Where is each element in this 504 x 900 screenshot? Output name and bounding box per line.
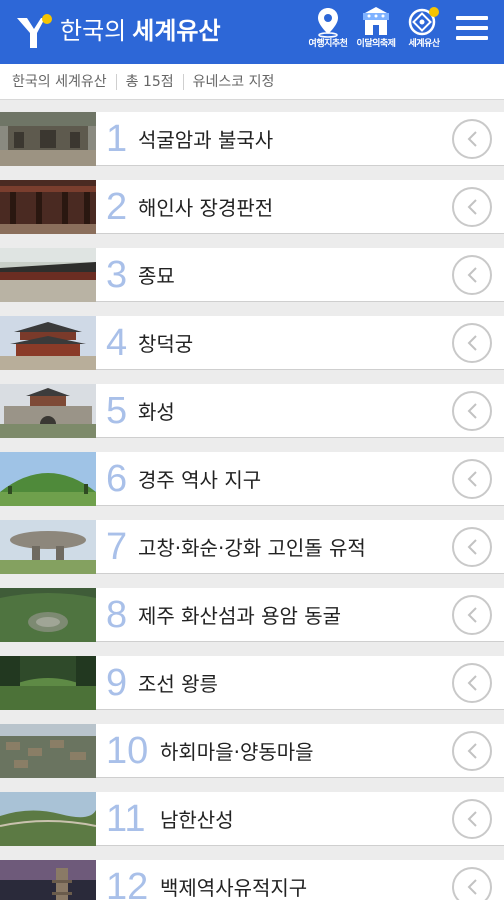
world-heritage-icon <box>408 7 439 36</box>
app-header: 한국의 세계유산 여행지추천 이달의축제 세계유산 <box>0 0 504 64</box>
thumbnail-image <box>0 656 96 710</box>
item-number: 5 <box>106 390 128 432</box>
list-item-9[interactable]: 9 조선 왕릉 <box>0 656 504 710</box>
thumbnail-image <box>0 792 96 846</box>
item-title: 제주 화산섬과 용암 동굴 <box>138 604 342 628</box>
item-title: 조선 왕릉 <box>138 672 218 696</box>
item-title: 화성 <box>138 400 175 424</box>
list-item-4[interactable]: 4 창덕궁 <box>0 316 504 370</box>
item-title: 고창·화순·강화 고인돌 유적 <box>138 536 366 560</box>
item-title: 해인사 장경판전 <box>138 196 274 220</box>
item-title: 석굴암과 불국사 <box>138 128 274 152</box>
info-bar: 한국의 세계유산 총 15점 유네스코 지정 <box>0 64 504 100</box>
list-item-12[interactable]: 12 백제역사유적지구 <box>0 860 504 900</box>
thumbnail-image <box>0 248 96 302</box>
chevron-right-icon[interactable] <box>452 187 492 227</box>
item-title: 하회마을·양동마을 <box>160 740 314 764</box>
chevron-right-icon[interactable] <box>452 255 492 295</box>
title-light: 한국의 <box>60 17 127 45</box>
world-heritage-button[interactable]: 세계유산 <box>394 6 454 60</box>
list-item-3[interactable]: 3 종묘 <box>0 248 504 302</box>
thumbnail-image <box>0 520 96 574</box>
item-title: 경주 역사 지구 <box>138 468 262 492</box>
divider <box>182 74 184 90</box>
list-item-2[interactable]: 2 해인사 장경판전 <box>0 180 504 234</box>
item-number: 7 <box>106 526 128 568</box>
item-number: 11 <box>106 798 146 840</box>
thumbnail-image <box>0 452 96 506</box>
item-title: 종묘 <box>138 264 175 288</box>
chevron-right-icon[interactable] <box>452 527 492 567</box>
chevron-right-icon[interactable] <box>452 663 492 703</box>
festival-tent-icon <box>363 7 389 35</box>
list-item-7[interactable]: 7 고창·화순·강화 고인돌 유적 <box>0 520 504 574</box>
list-item-8[interactable]: 8 제주 화산섬과 용암 동굴 <box>0 588 504 642</box>
chevron-right-icon[interactable] <box>452 459 492 499</box>
chevron-right-icon[interactable] <box>452 595 492 635</box>
list-item-1[interactable]: 1 석굴암과 불국사 <box>0 112 504 166</box>
item-number: 10 <box>106 730 149 772</box>
item-number: 8 <box>106 594 128 636</box>
map-pin-icon <box>318 8 338 38</box>
item-title: 남한산성 <box>160 808 234 832</box>
thumbnail-image <box>0 112 96 166</box>
divider <box>115 74 117 90</box>
item-title: 창덕궁 <box>138 332 194 356</box>
total-count: 총 15점 <box>125 74 174 90</box>
hamburger-menu-icon[interactable] <box>452 16 492 48</box>
item-title: 백제역사유적지구 <box>160 876 308 900</box>
item-number: 3 <box>106 254 128 296</box>
world-heritage-label: 세계유산 <box>408 39 440 49</box>
list-item-5[interactable]: 5 화성 <box>0 384 504 438</box>
thumbnail-image <box>0 384 96 438</box>
app-title: 한국의 세계유산 <box>60 14 221 48</box>
item-number: 6 <box>106 458 128 500</box>
item-number: 12 <box>106 866 149 900</box>
list-item-11[interactable]: 11 남한산성 <box>0 792 504 846</box>
thumbnail-image <box>0 860 96 900</box>
thumbnail-image <box>0 724 96 778</box>
item-number: 9 <box>106 662 128 704</box>
thumbnail-image <box>0 316 96 370</box>
app-logo-icon[interactable] <box>14 12 54 52</box>
title-bold: 세계유산 <box>132 17 221 45</box>
chevron-right-icon[interactable] <box>452 119 492 159</box>
list-item-10[interactable]: 10 하회마을·양동마을 <box>0 724 504 778</box>
chevron-right-icon[interactable] <box>452 731 492 771</box>
thumbnail-image <box>0 588 96 642</box>
breadcrumb: 한국의 세계유산 <box>12 74 107 90</box>
item-number: 4 <box>106 322 128 364</box>
chevron-right-icon[interactable] <box>452 867 492 900</box>
item-number: 2 <box>106 186 128 228</box>
chevron-right-icon[interactable] <box>452 799 492 839</box>
chevron-right-icon[interactable] <box>452 323 492 363</box>
list-item-6[interactable]: 6 경주 역사 지구 <box>0 452 504 506</box>
thumbnail-image <box>0 180 96 234</box>
heritage-list: 1 석굴암과 불국사 2 해인사 장경판전 3 종묘 4 창덕궁 5 화성 6 … <box>0 112 504 900</box>
designation-note: 유네스코 지정 <box>192 74 275 90</box>
item-number: 1 <box>106 118 128 160</box>
chevron-right-icon[interactable] <box>452 391 492 431</box>
